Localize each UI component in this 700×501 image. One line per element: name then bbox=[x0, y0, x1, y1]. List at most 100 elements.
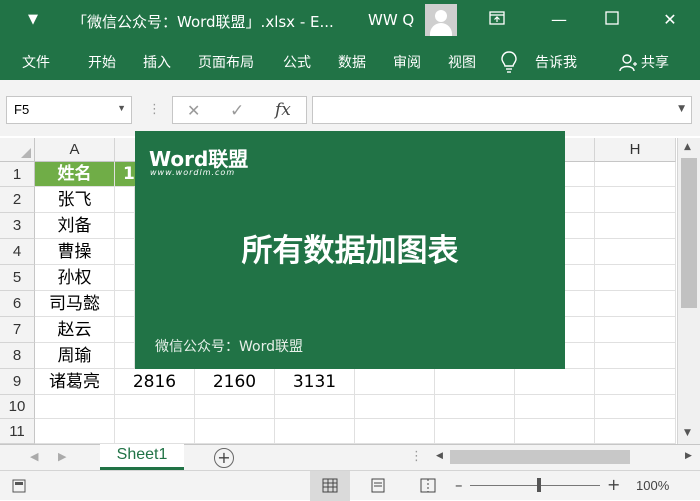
cell-e11[interactable] bbox=[355, 419, 435, 444]
zoom-slider-thumb[interactable] bbox=[537, 478, 541, 492]
tell-me-search[interactable]: 告诉我 bbox=[535, 52, 577, 72]
scroll-down-icon[interactable]: ▼ bbox=[684, 428, 691, 438]
cell-a1[interactable]: 姓名 bbox=[35, 162, 115, 187]
minimize-button[interactable]: — bbox=[543, 6, 575, 34]
cell-g9[interactable] bbox=[515, 369, 595, 395]
page-break-view-icon[interactable] bbox=[420, 478, 436, 497]
cell-a8[interactable]: 周瑜 bbox=[35, 343, 115, 369]
confirm-icon[interactable]: ✓ bbox=[230, 101, 244, 121]
quick-access-dropdown-icon[interactable]: ▼ bbox=[28, 12, 38, 27]
tab-page-layout[interactable]: 页面布局 bbox=[198, 52, 254, 72]
row-header-8[interactable]: 8 bbox=[0, 343, 35, 369]
cell-h4[interactable] bbox=[595, 239, 676, 265]
ribbon-display-options-button[interactable] bbox=[481, 6, 513, 34]
cell-b10[interactable] bbox=[115, 395, 195, 419]
select-all-button[interactable] bbox=[0, 138, 35, 162]
cell-g7[interactable] bbox=[565, 317, 595, 343]
cell-d10[interactable] bbox=[275, 395, 355, 419]
zoom-out-button[interactable]: – bbox=[455, 476, 463, 494]
avatar[interactable] bbox=[425, 4, 457, 36]
cell-g11[interactable] bbox=[515, 419, 595, 444]
cancel-icon[interactable]: ✕ bbox=[187, 101, 200, 120]
cell-b4[interactable] bbox=[115, 239, 135, 265]
chevron-down-icon[interactable]: ▼ bbox=[117, 103, 126, 113]
cell-h5[interactable] bbox=[595, 265, 676, 291]
previous-sheet-icon[interactable]: ◀ bbox=[30, 450, 38, 463]
page-layout-view-icon[interactable] bbox=[370, 478, 386, 497]
next-sheet-icon[interactable]: ▶ bbox=[58, 450, 66, 463]
cell-h8[interactable] bbox=[595, 343, 676, 369]
cell-f11[interactable] bbox=[435, 419, 515, 444]
cell-b2[interactable] bbox=[115, 187, 135, 213]
cell-c10[interactable] bbox=[195, 395, 275, 419]
share-button[interactable]: 共享 bbox=[641, 52, 669, 72]
cell-b6[interactable] bbox=[115, 291, 135, 317]
row-header-11[interactable]: 11 bbox=[0, 419, 35, 444]
cell-a7[interactable]: 赵云 bbox=[35, 317, 115, 343]
scroll-right-icon[interactable]: ▶ bbox=[685, 451, 692, 461]
tab-formulas[interactable]: 公式 bbox=[283, 52, 311, 72]
cell-h11[interactable] bbox=[595, 419, 676, 444]
row-header-6[interactable]: 6 bbox=[0, 291, 35, 317]
zoom-slider-track[interactable] bbox=[470, 485, 600, 486]
macro-record-icon[interactable] bbox=[12, 478, 26, 497]
row-header-2[interactable]: 2 bbox=[0, 187, 35, 213]
cell-a11[interactable] bbox=[35, 419, 115, 444]
cell-h3[interactable] bbox=[595, 213, 676, 239]
cell-g2[interactable] bbox=[565, 187, 595, 213]
row-header-10[interactable]: 10 bbox=[0, 395, 35, 419]
cell-g3[interactable] bbox=[565, 213, 595, 239]
vertical-scrollbar[interactable]: ▲ ▼ bbox=[677, 138, 700, 444]
lightbulb-icon[interactable] bbox=[500, 51, 518, 77]
cell-c11[interactable] bbox=[195, 419, 275, 444]
cell-b8[interactable] bbox=[115, 343, 135, 369]
cell-g5[interactable] bbox=[565, 265, 595, 291]
row-header-1[interactable]: 1 bbox=[0, 162, 35, 187]
row-header-3[interactable]: 3 bbox=[0, 213, 35, 239]
zoom-in-button[interactable]: + bbox=[607, 475, 620, 494]
share-person-icon[interactable] bbox=[618, 53, 638, 77]
zoom-level[interactable]: 100% bbox=[636, 478, 669, 493]
cell-b9[interactable]: 2816 bbox=[115, 369, 195, 395]
cell-a2[interactable]: 张飞 bbox=[35, 187, 115, 213]
cell-a6[interactable]: 司马懿 bbox=[35, 291, 115, 317]
column-header-a[interactable]: A bbox=[35, 138, 115, 162]
cell-a3[interactable]: 刘备 bbox=[35, 213, 115, 239]
formula-input[interactable]: ▼ bbox=[312, 96, 692, 124]
tab-review[interactable]: 审阅 bbox=[393, 52, 421, 72]
cell-d9[interactable]: 3131 bbox=[275, 369, 355, 395]
close-button[interactable]: ✕ bbox=[654, 6, 686, 34]
drag-handle-icon[interactable]: ⋮ bbox=[148, 102, 161, 117]
expand-formula-icon[interactable]: ▼ bbox=[678, 104, 685, 114]
insert-function-icon[interactable]: fx bbox=[275, 100, 291, 120]
cell-h10[interactable] bbox=[595, 395, 676, 419]
tab-home[interactable]: 开始 bbox=[88, 52, 116, 72]
cell-f10[interactable] bbox=[435, 395, 515, 419]
cell-c9[interactable]: 2160 bbox=[195, 369, 275, 395]
row-header-4[interactable]: 4 bbox=[0, 239, 35, 265]
user-name[interactable]: WW Q bbox=[368, 11, 414, 29]
cell-h6[interactable] bbox=[595, 291, 676, 317]
cell-h7[interactable] bbox=[595, 317, 676, 343]
cell-h2[interactable] bbox=[595, 187, 676, 213]
cell-f9[interactable] bbox=[435, 369, 515, 395]
cell-h9[interactable] bbox=[595, 369, 676, 395]
tab-data[interactable]: 数据 bbox=[338, 52, 366, 72]
horizontal-scroll-thumb[interactable] bbox=[450, 450, 630, 464]
row-header-5[interactable]: 5 bbox=[0, 265, 35, 291]
tab-view[interactable]: 视图 bbox=[448, 52, 476, 72]
sheet-tab-sheet1[interactable]: Sheet1 bbox=[100, 444, 184, 470]
cell-g8[interactable] bbox=[565, 343, 595, 369]
scroll-left-icon[interactable]: ◀ bbox=[436, 451, 443, 461]
cell-a5[interactable]: 孙权 bbox=[35, 265, 115, 291]
cell-a10[interactable] bbox=[35, 395, 115, 419]
cell-g6[interactable] bbox=[565, 291, 595, 317]
name-box[interactable]: F5 ▼ bbox=[6, 96, 132, 124]
scroll-up-icon[interactable]: ▲ bbox=[684, 142, 691, 152]
cell-g10[interactable] bbox=[515, 395, 595, 419]
cell-b11[interactable] bbox=[115, 419, 195, 444]
row-header-7[interactable]: 7 bbox=[0, 317, 35, 343]
cell-b7[interactable] bbox=[115, 317, 135, 343]
cell-b3[interactable] bbox=[115, 213, 135, 239]
cell-e9[interactable] bbox=[355, 369, 435, 395]
